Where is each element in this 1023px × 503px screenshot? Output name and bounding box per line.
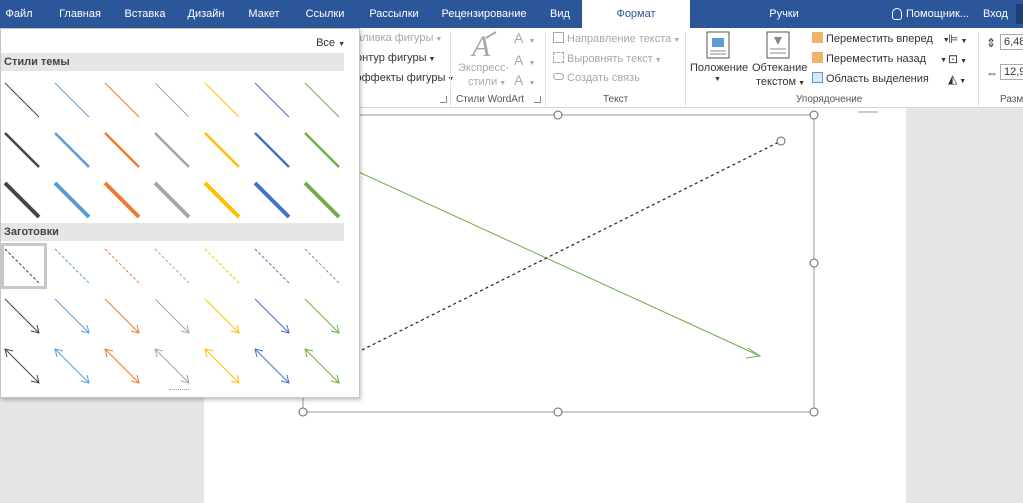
line-style-icon	[304, 348, 340, 384]
line-style-swatch[interactable]	[1, 343, 47, 389]
line-style-swatch[interactable]	[201, 177, 247, 223]
line-style-icon	[254, 248, 290, 284]
line-style-swatch[interactable]	[151, 177, 197, 223]
line-style-icon	[103, 181, 141, 219]
line-style-icon	[54, 298, 90, 334]
line-style-swatch[interactable]	[201, 77, 247, 123]
line-style-icon	[54, 248, 90, 284]
line-style-swatch[interactable]	[51, 243, 97, 289]
line-style-icon	[204, 132, 240, 168]
line-style-swatch[interactable]	[251, 177, 297, 223]
resize-grip-icon[interactable]	[169, 389, 189, 392]
line-style-swatch[interactable]	[51, 77, 97, 123]
line-style-swatch[interactable]	[301, 293, 347, 339]
line-style-swatch[interactable]	[101, 243, 147, 289]
line-style-swatch[interactable]	[101, 77, 147, 123]
resize-handle[interactable]	[553, 407, 563, 417]
line-style-swatch[interactable]	[301, 77, 347, 123]
line-style-swatch[interactable]	[1, 243, 47, 289]
line-style-swatch[interactable]	[301, 243, 347, 289]
line-style-swatch[interactable]	[151, 343, 197, 389]
resize-handle[interactable]	[298, 407, 308, 417]
resize-handle[interactable]	[553, 110, 563, 120]
theme-styles-header: Стили темы	[1, 53, 344, 71]
line-style-icon	[53, 181, 91, 219]
line-style-swatch[interactable]	[201, 343, 247, 389]
line-style-icon	[4, 348, 40, 384]
line-style-icon	[54, 132, 90, 168]
line-style-icon	[304, 298, 340, 334]
line-style-icon	[104, 348, 140, 384]
line-style-swatch[interactable]	[251, 127, 297, 173]
line-style-swatch[interactable]	[151, 127, 197, 173]
resize-handle[interactable]	[809, 258, 819, 268]
line-style-icon	[154, 248, 190, 284]
line-style-icon	[104, 82, 140, 118]
line-style-icon	[203, 181, 241, 219]
line-style-swatch[interactable]	[1, 77, 47, 123]
shape-styles-gallery: Все ▼ Стили темы Заготовки	[0, 28, 360, 398]
line-style-swatch[interactable]	[51, 293, 97, 339]
line-style-icon	[154, 132, 190, 168]
line-style-swatch[interactable]	[101, 127, 147, 173]
line-style-icon	[304, 132, 340, 168]
line-style-swatch[interactable]	[201, 243, 247, 289]
line-style-icon	[104, 248, 140, 284]
line-style-icon	[254, 298, 290, 334]
line-style-swatch[interactable]	[1, 177, 47, 223]
line-style-icon	[3, 181, 41, 219]
line-style-icon	[54, 348, 90, 384]
line-style-swatch[interactable]	[101, 343, 147, 389]
line-style-swatch[interactable]	[101, 177, 147, 223]
line-style-icon	[204, 82, 240, 118]
line-style-swatch[interactable]	[1, 127, 47, 173]
line-style-icon	[4, 298, 40, 334]
line-style-icon	[153, 181, 191, 219]
line-style-icon	[204, 348, 240, 384]
line-style-swatch[interactable]	[301, 177, 347, 223]
line-style-icon	[204, 248, 240, 284]
dashed-line[interactable]	[361, 140, 782, 351]
line-style-icon	[104, 298, 140, 334]
line-style-swatch[interactable]	[251, 293, 297, 339]
line-style-swatch[interactable]	[201, 127, 247, 173]
line-end-handle[interactable]	[776, 136, 786, 146]
line-style-swatch[interactable]	[201, 293, 247, 339]
line-style-icon	[4, 132, 40, 168]
line-style-swatch[interactable]	[151, 243, 197, 289]
line-style-swatch[interactable]	[301, 343, 347, 389]
line-style-icon	[254, 132, 290, 168]
line-style-icon	[154, 298, 190, 334]
line-style-icon	[4, 82, 40, 118]
gallery-header: Все ▼	[1, 29, 359, 53]
line-style-icon	[154, 82, 190, 118]
gallery-filter-dropdown[interactable]: Все ▼	[316, 37, 345, 49]
line-style-icon	[304, 82, 340, 118]
line-style-icon	[104, 132, 140, 168]
line-style-swatch[interactable]	[51, 343, 97, 389]
line-style-swatch[interactable]	[251, 243, 297, 289]
line-style-swatch[interactable]	[251, 343, 297, 389]
line-style-icon	[254, 82, 290, 118]
line-style-swatch[interactable]	[151, 77, 197, 123]
line-style-swatch[interactable]	[1, 293, 47, 339]
line-style-icon	[253, 181, 291, 219]
green-arrow-line[interactable]	[349, 167, 761, 357]
resize-handle[interactable]	[809, 407, 819, 417]
line-style-swatch[interactable]	[151, 293, 197, 339]
line-style-swatch[interactable]	[101, 293, 147, 339]
line-style-icon	[303, 181, 341, 219]
line-style-icon	[204, 298, 240, 334]
line-style-icon	[254, 348, 290, 384]
line-style-swatch[interactable]	[51, 127, 97, 173]
line-style-icon	[154, 348, 190, 384]
line-style-swatch[interactable]	[51, 177, 97, 223]
line-style-icon	[4, 248, 40, 284]
line-style-icon	[54, 82, 90, 118]
presets-header: Заготовки	[1, 223, 344, 241]
line-style-icon	[304, 248, 340, 284]
line-style-swatch[interactable]	[251, 77, 297, 123]
line-style-swatch[interactable]	[301, 127, 347, 173]
resize-handle[interactable]	[809, 110, 819, 120]
